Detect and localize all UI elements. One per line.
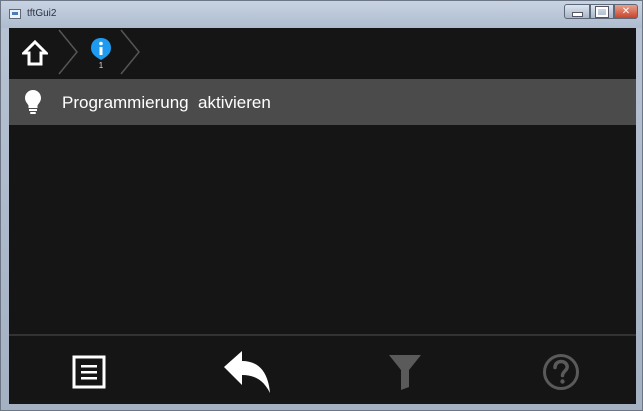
main-content: 1 Programmierung aktivieren	[9, 28, 636, 404]
breadcrumb: 1	[9, 28, 636, 76]
app-icon	[9, 9, 21, 19]
list-item[interactable]: Programmierung aktivieren	[9, 79, 636, 125]
lightbulb-icon	[25, 90, 41, 114]
window-title: tftGui2	[27, 8, 57, 19]
help-button[interactable]	[531, 346, 591, 398]
item-list: Programmierung aktivieren	[9, 79, 636, 125]
maximize-button[interactable]	[590, 4, 614, 19]
breadcrumb-info[interactable]: 1	[79, 32, 123, 74]
menu-list-icon	[72, 355, 106, 389]
list-item-label: Programmierung aktivieren	[62, 93, 271, 112]
back-button[interactable]	[217, 346, 277, 398]
info-icon	[91, 37, 111, 60]
back-arrow-icon	[224, 351, 270, 393]
bottom-toolbar	[9, 334, 636, 404]
title-bar[interactable]: tftGui2 ✕	[1, 1, 642, 28]
breadcrumb-separator-icon	[120, 29, 140, 75]
breadcrumb-home[interactable]	[13, 32, 57, 74]
close-button[interactable]: ✕	[614, 4, 638, 19]
minimize-button[interactable]	[564, 4, 590, 19]
filter-button[interactable]	[375, 346, 435, 398]
menu-button[interactable]	[59, 346, 119, 398]
help-icon	[543, 354, 579, 390]
home-icon	[22, 40, 48, 66]
app-window: tftGui2 ✕ 1 Programmierung aktivieren	[0, 0, 643, 411]
filter-icon	[389, 355, 421, 390]
breadcrumb-separator-icon	[58, 29, 78, 75]
info-count: 1	[98, 60, 104, 70]
